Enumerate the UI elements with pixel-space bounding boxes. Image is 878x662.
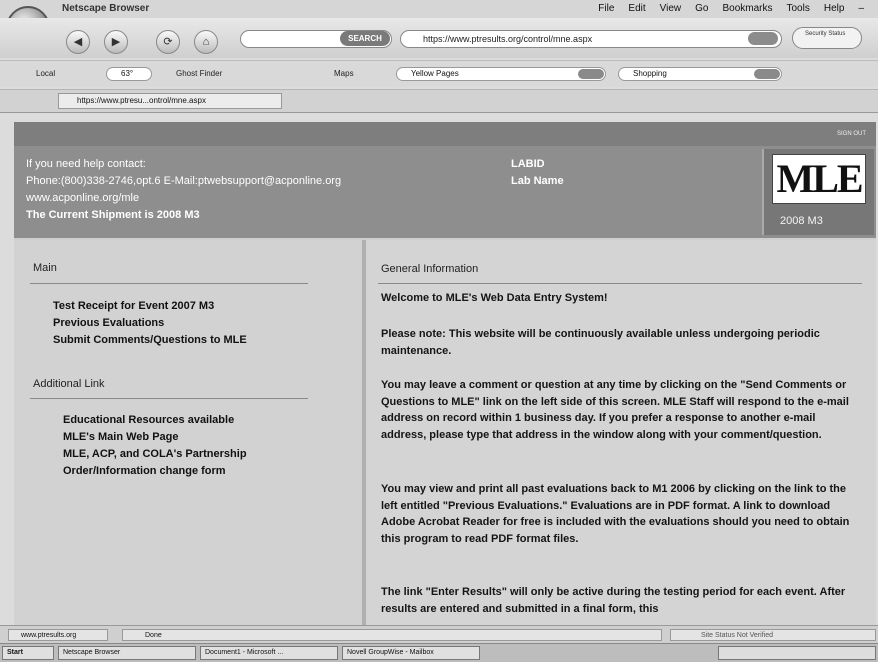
order-information-link[interactable]: Order/Information change form [63,465,226,477]
current-shipment-text: The Current Shipment is 2008 M3 [26,209,200,221]
home-icon[interactable]: ⌂ [194,30,218,54]
ghost-finder-button[interactable]: Ghost Finder [176,69,222,78]
main-divider [30,283,308,284]
shopping-go-button[interactable] [754,69,780,79]
links-toolbar: Local 63° Ghost Finder Maps Yellow Pages… [0,60,878,87]
taskbar-item-browser[interactable]: Netscape Browser [58,646,196,660]
system-tray [718,646,876,660]
minimize-icon[interactable]: – [858,3,864,14]
site-status: Site Status Not Verified [670,629,876,641]
mle-main-page-link[interactable]: MLE's Main Web Page [63,431,179,443]
page-header: If you need help contact: Phone:(800)338… [14,146,876,238]
enter-results-paragraph: The link "Enter Results" will only be ac… [381,586,846,615]
menu-file[interactable]: File [598,3,614,14]
browser-tab[interactable]: https://www.ptresu...ontrol/mne.aspx [58,93,282,109]
tab-bar: https://www.ptresu...ontrol/mne.aspx [0,89,878,113]
menu-edit[interactable]: Edit [628,3,645,14]
comments-paragraph: You may leave a comment or question at a… [381,379,849,441]
yellow-pages-go-button[interactable] [578,69,604,79]
welcome-text: Welcome to MLE's Web Data Entry System! [381,292,608,304]
submit-comments-link[interactable]: Submit Comments/Questions to MLE [53,334,247,346]
start-button[interactable]: Start [2,646,54,660]
help-phone-email-text: Phone:(800)338-2746,opt.6 E-Mail:ptwebsu… [26,175,342,187]
partnership-link[interactable]: MLE, ACP, and COLA's Partnership [63,448,247,460]
back-icon[interactable]: ◀ [66,30,90,54]
general-divider [378,283,862,284]
status-bar: www.ptresults.org Done Site Status Not V… [0,625,878,644]
lab-name-text: Lab Name [511,175,564,187]
weather-widget[interactable]: 63° [106,67,152,81]
general-information-title: General Information [381,263,479,275]
test-receipt-link[interactable]: Test Receipt for Event 2007 M3 [53,300,214,312]
title-bar: Netscape Browser File Edit View Go Bookm… [0,0,878,18]
menu-view[interactable]: View [660,3,682,14]
status-url: www.ptresults.org [8,629,108,641]
menu-help[interactable]: Help [824,3,845,14]
taskbar: Start Netscape Browser Document1 - Micro… [0,643,878,662]
security-status-button[interactable]: Security Status [792,27,862,49]
shipment-label: 2008 M3 [780,215,823,227]
mle-logo: MLE [772,154,866,204]
taskbar-item-document[interactable]: Document1 - Microsoft ... [200,646,338,660]
search-button[interactable]: SEARCH [340,31,390,46]
main-section-title: Main [33,262,57,274]
sign-out-link[interactable]: SIGN OUT [837,131,866,137]
reload-icon[interactable]: ⟳ [156,30,180,54]
status-text: Done [122,629,662,641]
taskbar-item-groupwise[interactable]: Novell GroupWise - Mailbox [342,646,480,660]
maintenance-note: Please note: This website will be contin… [381,328,820,357]
previous-evaluations-link[interactable]: Previous Evaluations [53,317,164,329]
local-button[interactable]: Local [36,69,55,78]
menu-bar: File Edit View Go Bookmarks Tools Help – [598,3,864,14]
top-strip: SIGN OUT [14,122,876,146]
website-text: www.acponline.org/mle [26,192,140,204]
maps-button[interactable]: Maps [334,69,354,78]
menu-bookmarks[interactable]: Bookmarks [722,3,772,14]
menu-tools[interactable]: Tools [787,3,810,14]
educational-resources-link[interactable]: Educational Resources available [63,414,234,426]
help-contact-text: If you need help contact: [26,158,146,170]
yellow-pages-input[interactable]: Yellow Pages [396,67,606,81]
window-title: Netscape Browser [62,3,150,14]
additional-link-title: Additional Link [33,378,105,390]
forward-icon[interactable]: ▶ [104,30,128,54]
additional-divider [30,398,308,399]
go-button[interactable] [748,32,778,45]
evaluations-paragraph: You may view and print all past evaluati… [381,483,850,545]
address-bar[interactable]: https://www.ptresults.org/control/mne.as… [400,30,782,48]
menu-go[interactable]: Go [695,3,708,14]
lab-id-text: LABID [511,158,545,170]
